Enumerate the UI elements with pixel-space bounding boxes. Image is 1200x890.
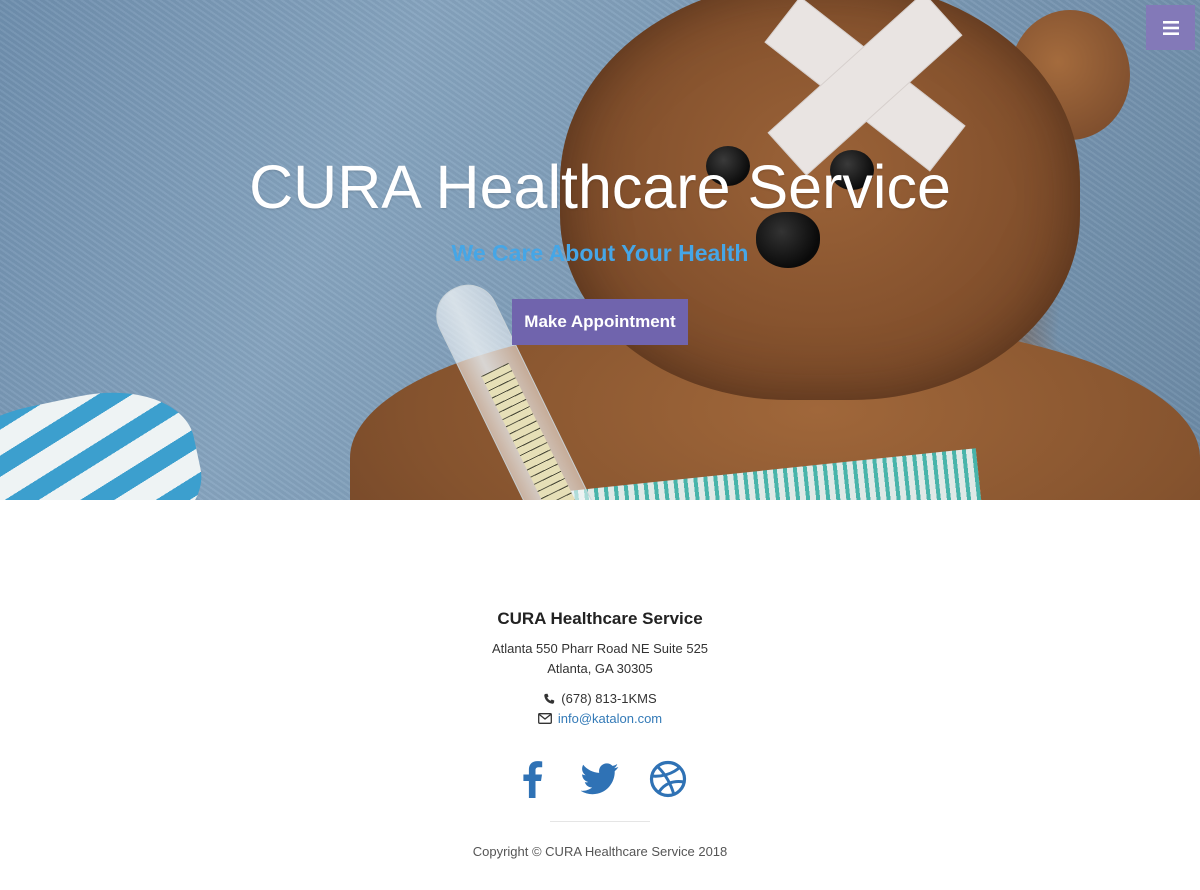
phone-icon	[544, 693, 555, 704]
hero-section: CURA Healthcare Service We Care About Yo…	[0, 0, 1200, 500]
twitter-icon	[581, 763, 619, 795]
phone-number: (678) 813-1KMS	[561, 691, 657, 706]
facebook-link[interactable]	[511, 758, 553, 800]
email-row: info@katalon.com	[0, 711, 1200, 726]
make-appointment-button[interactable]: Make Appointment	[512, 299, 688, 345]
social-links	[0, 758, 1200, 800]
hero-subtitle: We Care About Your Health	[451, 240, 749, 266]
menu-icon	[1162, 20, 1179, 35]
dribbble-icon	[649, 760, 687, 798]
address-line-2: Atlanta, GA 30305	[547, 661, 653, 676]
hero-content: CURA Healthcare Service We Care About Yo…	[0, 0, 1200, 500]
hero-title: CURA Healthcare Service	[249, 153, 951, 221]
facebook-icon	[523, 761, 543, 798]
menu-toggle-button[interactable]	[1146, 5, 1195, 50]
footer-title: CURA Healthcare Service	[497, 609, 703, 628]
address-line-1: Atlanta 550 Pharr Road NE Suite 525	[491, 641, 709, 656]
copyright-text: Copyright © CURA Healthcare Service 2018	[472, 844, 728, 859]
dribbble-link[interactable]	[647, 758, 689, 800]
twitter-link[interactable]	[579, 758, 621, 800]
envelope-icon	[537, 713, 552, 724]
footer: CURA Healthcare Service Atlanta 550 Phar…	[0, 500, 1200, 890]
phone-row: (678) 813-1KMS	[0, 691, 1200, 706]
footer-divider	[550, 821, 650, 822]
email-link[interactable]: info@katalon.com	[558, 711, 662, 726]
